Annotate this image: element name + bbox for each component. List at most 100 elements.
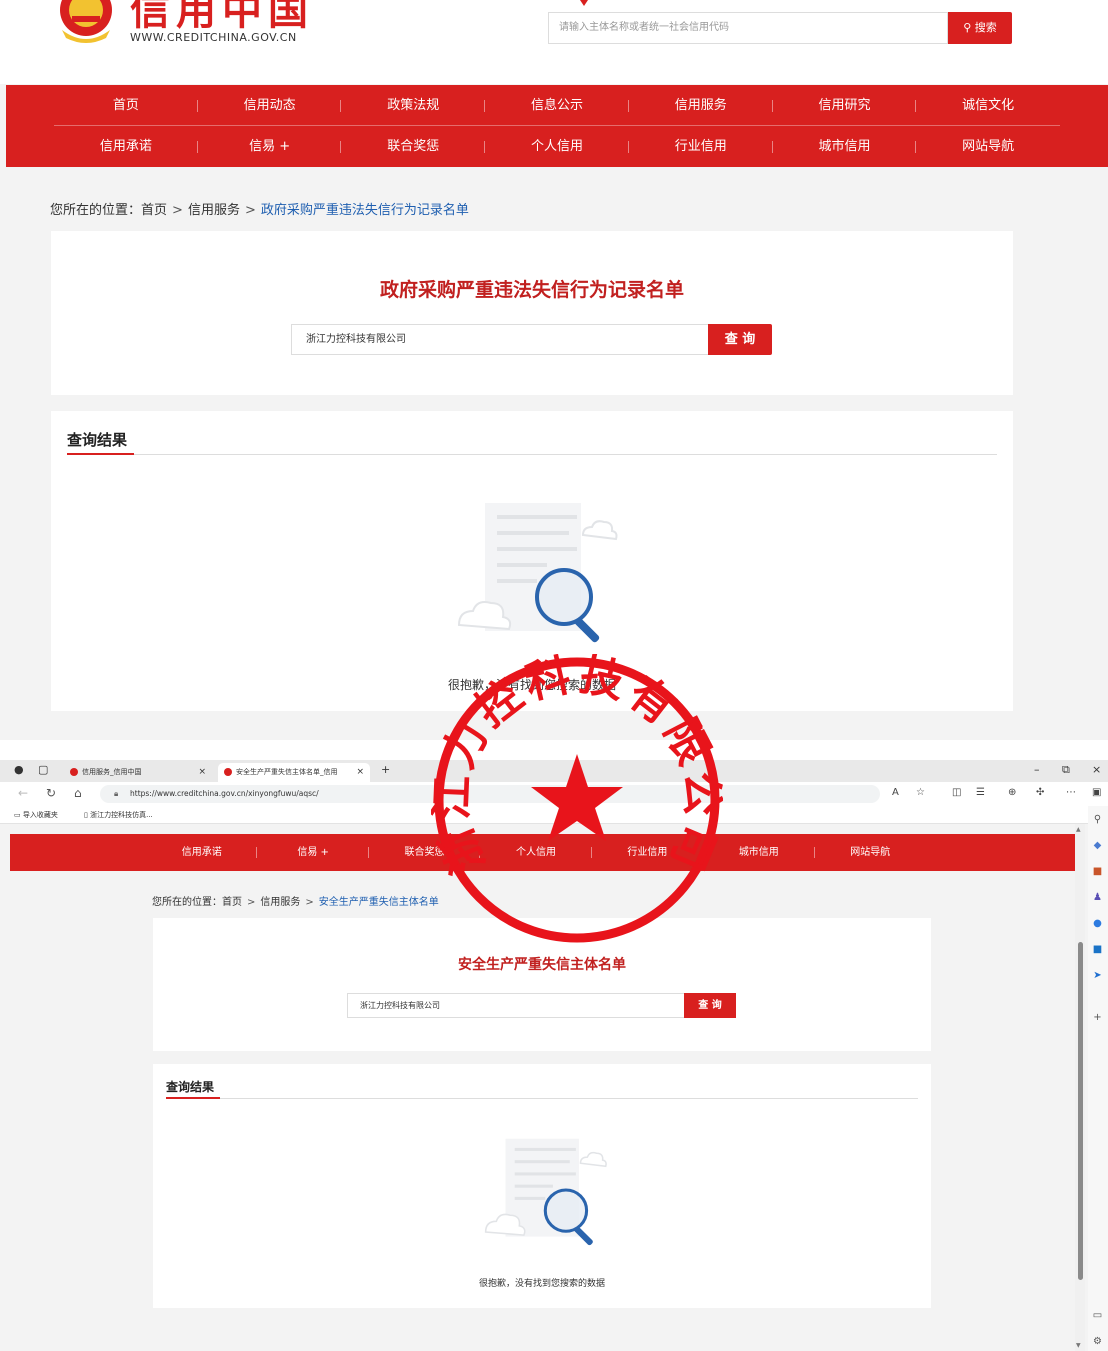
composite-screenshot: 信用中国 WWW.CREDITCHINA.GOV.CN 请输入主体名称或者统一社… xyxy=(0,0,1108,1351)
add-icon[interactable]: + xyxy=(1092,1012,1103,1023)
nav-item-industry-credit[interactable]: 行业信用 xyxy=(629,126,773,167)
collections-icon[interactable]: ⊕ xyxy=(1008,787,1016,798)
breadcrumb-prefix: 您所在的位置： xyxy=(50,203,142,218)
minimize-button[interactable]: – xyxy=(1034,763,1040,776)
favorites-item-simulation[interactable]: ▯ 浙江力控科技仿真... xyxy=(84,806,153,824)
nav-item-credit-commitment[interactable]: 信用承诺 xyxy=(146,834,258,871)
company-search-input[interactable]: 浙江力控科技有限公司 xyxy=(347,993,685,1018)
read-aloud-icon[interactable]: A xyxy=(892,787,899,798)
empty-result-illustration-icon xyxy=(457,503,618,643)
sidebar-toggle-icon[interactable]: ▣ xyxy=(1092,787,1101,798)
nav-item-credit-commitment[interactable]: 信用承诺 xyxy=(54,126,198,167)
tab-label: 安全生产严重失信主体名单_信用 xyxy=(236,768,338,776)
page-title: 安全生产严重失信主体名单 xyxy=(458,957,626,973)
breadcrumb-section[interactable]: 信用服务 xyxy=(260,897,300,908)
main-nav: 信用承诺 信易 + 联合奖惩 个人信用 行业信用 城市信用 网站导航 xyxy=(10,834,1075,871)
favorites-item-label: 浙江力控科技仿真... xyxy=(90,811,153,819)
dropdown-caret-icon xyxy=(580,0,588,6)
main-nav-row-2: 信用承诺 信易 + 联合奖惩 个人信用 行业信用 城市信用 网站导航 xyxy=(54,126,1060,167)
nav-item-credit-service[interactable]: 信用服务 xyxy=(629,85,773,125)
nav-item-city-credit[interactable]: 城市信用 xyxy=(703,834,815,871)
breadcrumb-home[interactable]: 首页 xyxy=(222,897,242,908)
close-tab-icon[interactable]: × xyxy=(198,763,206,782)
profile-icon[interactable]: ● xyxy=(14,763,24,776)
breadcrumb-separator: > xyxy=(247,897,256,908)
nav-item-xinyi-plus[interactable]: 信易 + xyxy=(257,834,370,871)
favorite-star-icon[interactable]: ☆ xyxy=(916,787,925,798)
page-scrollbar[interactable]: ▲ ▼ xyxy=(1075,824,1085,1351)
query-button[interactable]: 查 询 xyxy=(708,324,772,355)
nav-item-policy[interactable]: 政策法规 xyxy=(341,85,485,125)
nav-item-home[interactable]: 首页 xyxy=(54,85,198,125)
breadcrumb-section[interactable]: 信用服务 xyxy=(188,203,240,218)
nav-item-personal-credit[interactable]: 个人信用 xyxy=(480,834,593,871)
favicon-icon xyxy=(224,768,232,776)
url-field[interactable]: 🔒︎ https://www.creditchina.gov.cn/xinyon… xyxy=(100,785,880,803)
tab-label: 信用服务_信用中国 xyxy=(82,768,142,776)
query-button[interactable]: 查 询 xyxy=(684,993,736,1018)
nav-item-disclosure[interactable]: 信息公示 xyxy=(485,85,629,125)
nav-item-site-map[interactable]: 网站导航 xyxy=(916,126,1060,167)
url-text: https://www.creditchina.gov.cn/xinyongfu… xyxy=(130,789,319,798)
office-icon[interactable]: ● xyxy=(1092,918,1103,929)
breadcrumb-separator: > xyxy=(305,897,314,908)
restore-button[interactable]: ⧉ xyxy=(1062,763,1070,777)
workspaces-icon[interactable]: ▢ xyxy=(38,763,48,776)
breadcrumb-current[interactable]: 安全生产严重失信主体名单 xyxy=(319,897,439,908)
back-icon[interactable]: ← xyxy=(18,786,28,800)
settings-gear-icon[interactable]: ⚙ xyxy=(1092,1336,1103,1347)
send-icon[interactable]: ➤ xyxy=(1092,970,1103,981)
nav-item-personal-credit[interactable]: 个人信用 xyxy=(485,126,629,167)
results-title: 查询结果 xyxy=(166,1080,215,1094)
favorites-icon[interactable]: ☰ xyxy=(976,787,985,798)
breadcrumb-home[interactable]: 首页 xyxy=(141,203,167,218)
site-search-input[interactable]: 请输入主体名称或者统一社会信用代码 xyxy=(548,12,948,44)
results-title-underline xyxy=(67,453,134,455)
lock-icon[interactable]: 🔒︎ xyxy=(114,785,118,803)
close-tab-icon[interactable]: × xyxy=(356,763,364,782)
screen-icon[interactable]: ▭ xyxy=(1092,1310,1103,1321)
scroll-down-icon[interactable]: ▼ xyxy=(1076,1342,1081,1349)
scrollbar-thumb[interactable] xyxy=(1078,942,1083,1280)
new-tab-button[interactable]: + xyxy=(381,763,390,776)
nav-item-joint-rewards[interactable]: 联合奖惩 xyxy=(341,126,485,167)
nav-item-joint-rewards[interactable]: 联合奖惩 xyxy=(369,834,481,871)
nav-item-credit-news[interactable]: 信用动态 xyxy=(198,85,342,125)
home-icon[interactable]: ⌂ xyxy=(74,786,82,800)
people-icon[interactable]: ♟ xyxy=(1092,892,1103,903)
nav-item-xinyi-plus[interactable]: 信易 + xyxy=(198,126,342,167)
address-bar-row: ← ↻ ⌂ 🔒︎ https://www.creditchina.gov.cn/… xyxy=(0,782,1108,806)
outlook-icon[interactable]: ■ xyxy=(1092,944,1103,955)
refresh-icon[interactable]: ↻ xyxy=(46,786,56,800)
results-divider xyxy=(166,1098,918,1099)
nav-item-credit-research[interactable]: 信用研究 xyxy=(773,85,917,125)
nav-item-city-credit[interactable]: 城市信用 xyxy=(773,126,917,167)
search-icon[interactable]: ⚲ xyxy=(1092,814,1103,825)
shopping-icon[interactable]: ■ xyxy=(1092,866,1103,877)
nav-item-site-map[interactable]: 网站导航 xyxy=(815,834,926,871)
split-screen-icon[interactable]: ◫ xyxy=(952,787,961,798)
extensions-icon[interactable]: ✣ xyxy=(1036,787,1044,798)
folder-icon: ▭ xyxy=(14,811,23,819)
breadcrumb-current[interactable]: 政府采购严重违法失信行为记录名单 xyxy=(261,203,469,218)
tab-bar: ● ▢ 信用服务_信用中国 × 安全生产严重失信主体名单_信用 × + – ⧉ … xyxy=(0,760,1108,782)
nav-item-integrity-culture[interactable]: 诚信文化 xyxy=(916,85,1060,125)
results-title-underline xyxy=(166,1097,220,1099)
results-title: 查询结果 xyxy=(67,431,128,449)
tag-icon[interactable]: ◆ xyxy=(1092,840,1103,851)
tab-credit-service[interactable]: 信用服务_信用中国 × xyxy=(64,763,212,782)
empty-result-illustration-icon xyxy=(484,1138,607,1246)
empty-result-message: 很抱歉，没有找到您搜索的数据 xyxy=(447,678,616,692)
more-menu-icon[interactable]: ⋯ xyxy=(1066,787,1076,798)
search-icon: ⚲ xyxy=(963,21,975,34)
tab-safety-production[interactable]: 安全生产严重失信主体名单_信用 × xyxy=(218,763,370,782)
scroll-up-icon[interactable]: ▲ xyxy=(1076,826,1081,833)
favorites-import-label: 导入收藏夹 xyxy=(22,811,58,819)
nav-item-industry-credit[interactable]: 行业信用 xyxy=(592,834,704,871)
site-search-button-label: 搜索 xyxy=(974,21,997,34)
browser-sidebar: ⚲ ◆ ■ ♟ ● ■ ➤ + ▭ ⚙ xyxy=(1088,806,1108,1351)
site-search-button[interactable]: ⚲ 搜索 xyxy=(948,12,1012,44)
close-window-button[interactable]: × xyxy=(1092,763,1101,776)
favorites-import[interactable]: ▭ 导入收藏夹 xyxy=(14,806,58,824)
company-search-input[interactable]: 浙江力控科技有限公司 xyxy=(291,324,709,355)
